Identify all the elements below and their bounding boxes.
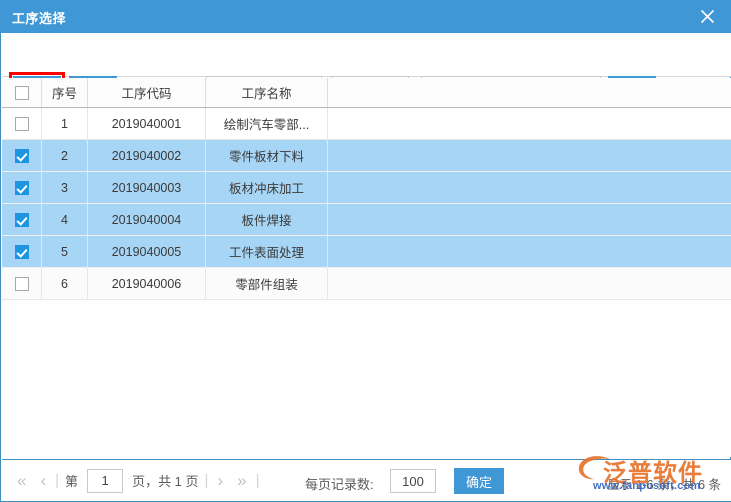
cell-filler xyxy=(328,172,731,203)
cell-seq: 2 xyxy=(42,140,88,171)
cell-name: 板材冲床加工 xyxy=(206,172,328,203)
cell-filler xyxy=(328,108,731,139)
row-checkbox[interactable] xyxy=(14,244,29,259)
page-suffix-label: 页，共 1 页 xyxy=(132,474,199,489)
data-grid: 序号 工序代码 工序名称 1 2019040001 绘制汽车零部... 2 201904… xyxy=(2,78,731,457)
cell-name: 零部件组装 xyxy=(206,268,328,299)
grid-header-seq[interactable]: 序号 xyxy=(42,78,88,107)
row-checkbox[interactable] xyxy=(14,148,29,163)
row-select-cell[interactable] xyxy=(2,108,42,139)
cell-seq: 3 xyxy=(42,172,88,203)
title-bar: 工序选择 xyxy=(0,0,731,33)
window-title: 工序选择 xyxy=(12,11,67,26)
per-page-confirm-button[interactable]: 确定 xyxy=(454,468,504,494)
row-checkbox[interactable] xyxy=(14,180,29,195)
cell-name: 零件板材下料 xyxy=(206,140,328,171)
row-select-cell[interactable] xyxy=(2,204,42,235)
row-checkbox[interactable] xyxy=(14,212,29,227)
close-icon xyxy=(700,9,715,24)
cell-filler xyxy=(328,204,731,235)
grid-header-code[interactable]: 工序代码 xyxy=(88,78,206,107)
table-row[interactable]: 4 2019040004 板件焊接 xyxy=(2,204,731,236)
first-page-icon[interactable]: « xyxy=(10,471,33,491)
row-select-cell[interactable] xyxy=(2,140,42,171)
cell-filler xyxy=(328,140,731,171)
row-select-cell[interactable] xyxy=(2,268,42,299)
last-page-icon[interactable]: » xyxy=(230,471,253,491)
select-all-checkbox[interactable] xyxy=(14,85,29,100)
row-select-cell[interactable] xyxy=(2,172,42,203)
cell-name: 板件焊接 xyxy=(206,204,328,235)
table-row[interactable]: 3 2019040003 板材冲床加工 xyxy=(2,172,731,204)
process-selection-dialog: 工序选择 确定 取消 查询条件: 工序代码 模糊 查询 xyxy=(0,0,731,502)
cell-code: 2019040002 xyxy=(88,140,206,171)
cell-filler xyxy=(328,236,731,267)
grid-header-filler xyxy=(328,78,731,107)
table-row[interactable]: 5 2019040005 工件表面处理 xyxy=(2,236,731,268)
cell-seq: 1 xyxy=(42,108,88,139)
record-summary: 显示 1-6 条，共 6 条 xyxy=(607,478,721,492)
divider: | xyxy=(55,472,60,489)
cell-seq: 6 xyxy=(42,268,88,299)
grid-body: 1 2019040001 绘制汽车零部... 2 2019040002 零件板材下料 3 20… xyxy=(2,108,731,300)
close-button[interactable] xyxy=(683,0,731,33)
grid-header-row: 序号 工序代码 工序名称 xyxy=(2,78,731,108)
prev-page-icon[interactable]: ‹ xyxy=(33,471,53,491)
row-checkbox[interactable] xyxy=(14,276,29,291)
table-row[interactable]: 2 2019040002 零件板材下料 xyxy=(2,140,731,172)
table-row[interactable]: 6 2019040006 零部件组装 xyxy=(2,268,731,300)
table-row[interactable]: 1 2019040001 绘制汽车零部... xyxy=(2,108,731,140)
pagination-bar: « ‹ | 第 页，共 1 页 | › » | 每页记录数: 确定 显示 1-6… xyxy=(2,456,731,501)
divider: | xyxy=(204,472,209,489)
cell-code: 2019040001 xyxy=(88,108,206,139)
grid-header-select-all[interactable] xyxy=(2,78,42,107)
cell-name: 工件表面处理 xyxy=(206,236,328,267)
cell-filler xyxy=(328,268,731,299)
row-select-cell[interactable] xyxy=(2,236,42,267)
cell-name: 绘制汽车零部... xyxy=(206,108,328,139)
toolbar xyxy=(2,33,731,77)
cell-seq: 5 xyxy=(42,236,88,267)
divider: | xyxy=(255,472,260,489)
page-prefix-label: 第 xyxy=(65,474,79,489)
page-number-input[interactable] xyxy=(87,468,124,493)
grid-header-name[interactable]: 工序名称 xyxy=(206,78,328,107)
cell-code: 2019040005 xyxy=(88,236,206,267)
dialog-body: 确定 取消 查询条件: 工序代码 模糊 查询 序号 工序代码 工序名称 xyxy=(0,33,731,502)
cell-code: 2019040003 xyxy=(88,172,206,203)
per-page-input[interactable] xyxy=(390,469,436,493)
per-page-label: 每页记录数: xyxy=(305,477,374,492)
row-checkbox[interactable] xyxy=(14,116,29,131)
cell-code: 2019040004 xyxy=(88,204,206,235)
cell-seq: 4 xyxy=(42,204,88,235)
cell-code: 2019040006 xyxy=(88,268,206,299)
next-page-icon[interactable]: › xyxy=(210,471,230,491)
